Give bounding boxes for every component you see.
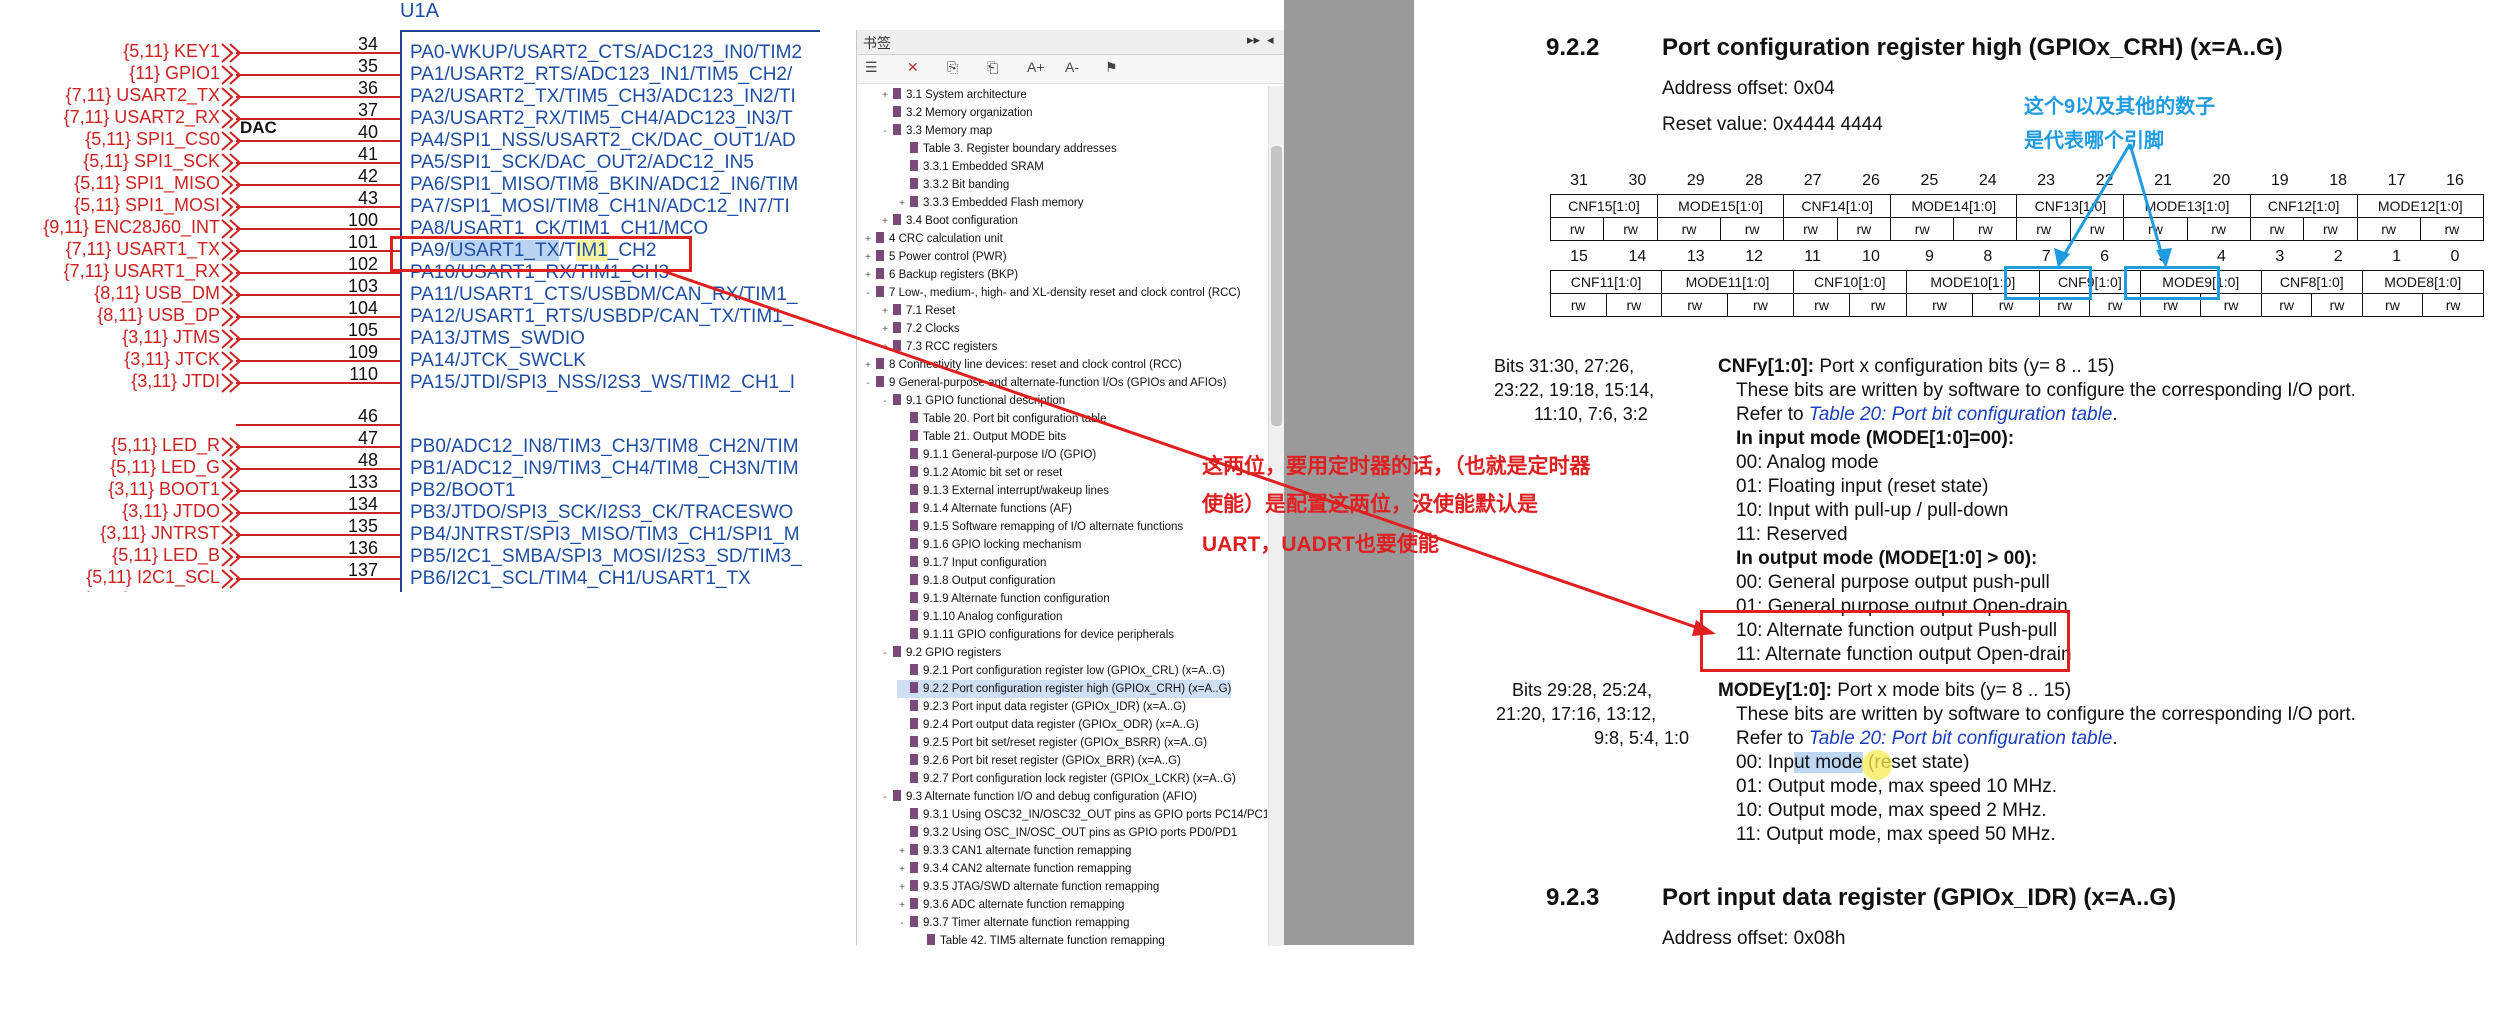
blue-arrow-right-head [2156, 248, 2172, 268]
annotation-arrows [659, 143, 2172, 636]
blue-arrow-right [2128, 143, 2166, 263]
blue-arrow-left [2058, 143, 2132, 263]
red-arrow-head [1692, 620, 1716, 636]
red-arrow-line [659, 268, 1711, 634]
